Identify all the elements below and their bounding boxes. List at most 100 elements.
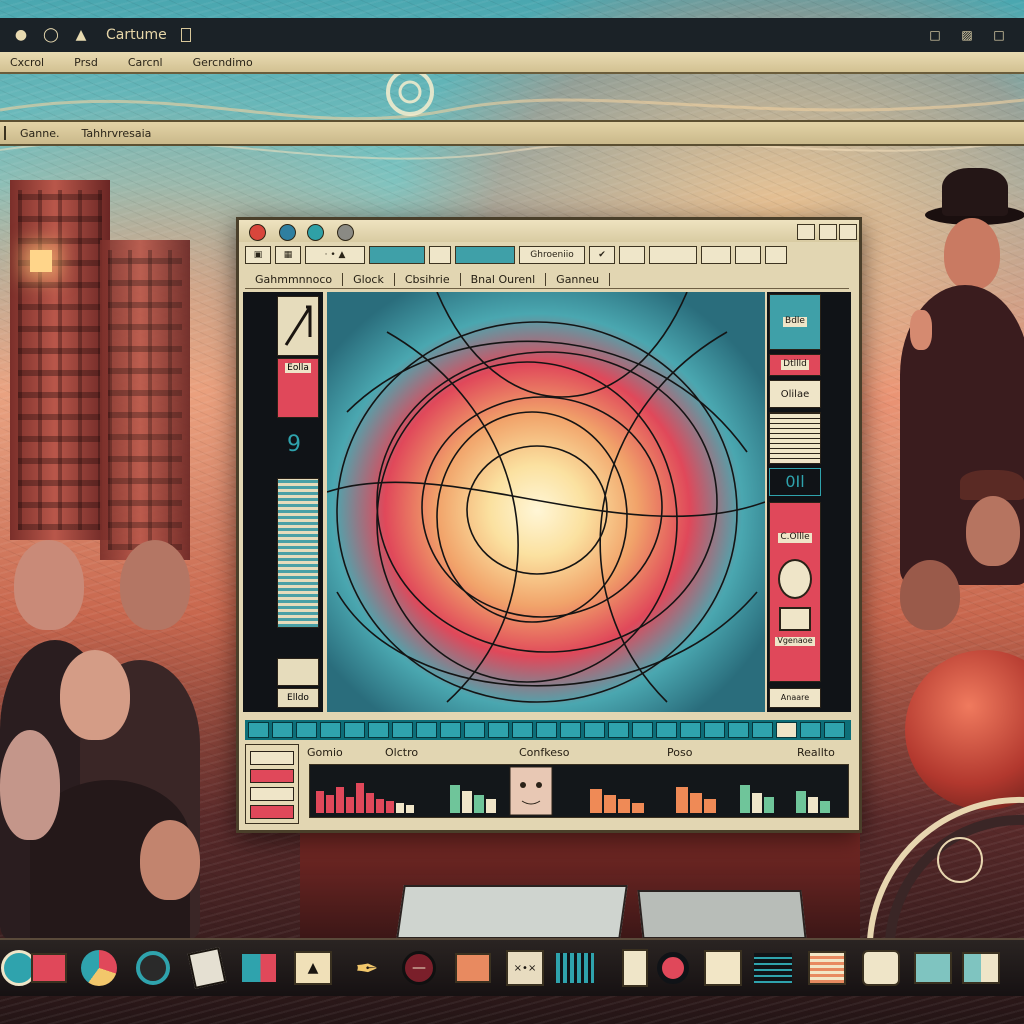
chart-icon[interactable] <box>80 949 118 987</box>
control-row[interactable] <box>250 769 294 783</box>
frame-cell[interactable] <box>752 722 773 738</box>
note-icon[interactable] <box>187 947 227 989</box>
property-block[interactable]: C.Ollle Vgenaoe <box>769 502 821 682</box>
note-icon[interactable]: ▨ <box>960 28 974 42</box>
tool-button[interactable] <box>701 246 731 264</box>
canvas-area[interactable] <box>327 292 765 712</box>
tab[interactable]: Cbsihrie <box>395 272 461 286</box>
waveform-graphs[interactable] <box>309 764 849 818</box>
frame-cell[interactable] <box>656 722 677 738</box>
stop-icon[interactable]: — <box>400 949 438 987</box>
property-block[interactable]: Olilae <box>769 380 821 408</box>
secondary-menu-item[interactable]: Tahhrvresaia <box>81 127 151 140</box>
terminal-icon[interactable] <box>754 949 792 987</box>
zoom-button[interactable] <box>307 224 324 241</box>
flag-icon[interactable] <box>30 949 68 987</box>
panel-label-block[interactable]: Elldo <box>277 688 319 708</box>
frame-cell[interactable] <box>536 722 557 738</box>
minimize-button[interactable] <box>279 224 296 241</box>
record-icon[interactable] <box>654 949 692 987</box>
frame-cell[interactable] <box>584 722 605 738</box>
xk-icon[interactable]: ×•× <box>506 949 544 987</box>
frame-cell[interactable] <box>392 722 413 738</box>
tool-button[interactable] <box>765 246 787 264</box>
tool-button[interactable] <box>649 246 697 264</box>
tool-button-label[interactable]: Ghroeniio <box>519 246 585 264</box>
tool-button[interactable] <box>619 246 645 264</box>
tool-button[interactable] <box>735 246 761 264</box>
box-icon[interactable] <box>454 949 492 987</box>
close-button[interactable] <box>249 224 266 241</box>
window-icon[interactable] <box>240 949 278 987</box>
cup-icon[interactable] <box>616 949 654 987</box>
property-block[interactable] <box>769 412 821 464</box>
tool-button[interactable] <box>455 246 515 264</box>
tool-button[interactable]: ▦ <box>275 246 301 264</box>
frame-cell[interactable] <box>800 722 821 738</box>
frame-cell[interactable] <box>440 722 461 738</box>
window-control-icon[interactable] <box>797 224 815 240</box>
frame-cell[interactable] <box>704 722 725 738</box>
frame-cell[interactable] <box>560 722 581 738</box>
menu-item[interactable]: Cxcrol <box>10 56 44 69</box>
tool-button[interactable] <box>429 246 451 264</box>
panel-label-block[interactable]: Eolla <box>277 358 319 418</box>
tab[interactable]: Bnal Ourenl <box>461 272 547 286</box>
menu-item[interactable]: Gercndimo <box>193 56 253 69</box>
frame-cell[interactable] <box>608 722 629 738</box>
list-icon[interactable] <box>808 949 846 987</box>
secondary-menu-item[interactable]: Ganne. <box>20 127 59 140</box>
menu-item[interactable]: Prsd <box>74 56 98 69</box>
tiles-icon[interactable] <box>962 949 1000 987</box>
window-title-strip[interactable] <box>239 220 859 242</box>
document-icon[interactable]: □ <box>928 28 942 42</box>
apple-icon[interactable]: ● <box>12 26 30 44</box>
tool-button[interactable]: · • ▲ <box>305 246 365 264</box>
frame-cell[interactable] <box>776 722 797 738</box>
frame-cell[interactable] <box>296 722 317 738</box>
tool-button[interactable]: ▣ <box>245 246 271 264</box>
window-control-icon[interactable] <box>819 224 837 240</box>
tab[interactable]: Ganneu <box>546 272 611 286</box>
property-block[interactable]: Dtllld <box>769 354 821 376</box>
property-block[interactable]: 0Il <box>769 468 821 496</box>
panel-slider-block[interactable] <box>277 296 319 356</box>
frame-cell[interactable] <box>464 722 485 738</box>
pen-icon[interactable]: ✒ <box>348 949 386 987</box>
menu-item[interactable]: Carcnl <box>128 56 163 69</box>
frame-cell[interactable] <box>320 722 341 738</box>
control-row[interactable] <box>250 805 294 819</box>
frame-cell[interactable] <box>488 722 509 738</box>
eject-icon[interactable]: ▲ <box>72 26 90 44</box>
frame-cell[interactable] <box>824 722 845 738</box>
frame-cell[interactable] <box>344 722 365 738</box>
panel-small-block[interactable] <box>277 658 319 686</box>
frame-cell[interactable] <box>512 722 533 738</box>
frame-cell[interactable] <box>368 722 389 738</box>
frame-cell[interactable] <box>728 722 749 738</box>
window-control-icon[interactable] <box>839 224 857 240</box>
extra-button[interactable] <box>337 224 354 241</box>
blank-icon[interactable] <box>704 949 742 987</box>
property-block[interactable]: Bdle <box>769 294 821 350</box>
tool-button[interactable]: ✔ <box>589 246 615 264</box>
frame-cell[interactable] <box>248 722 269 738</box>
tool-button[interactable] <box>369 246 425 264</box>
tab[interactable]: Gahmmnnoco <box>245 272 344 286</box>
control-row[interactable] <box>250 787 294 801</box>
swirl-icon[interactable] <box>134 949 172 987</box>
control-row[interactable] <box>250 751 294 765</box>
frame-cell[interactable] <box>272 722 293 738</box>
mountain-icon[interactable]: ▲ <box>294 949 332 987</box>
film-icon[interactable] <box>556 949 594 987</box>
frame-cell[interactable] <box>680 722 701 738</box>
speech-bubble-icon[interactable]: ◯ <box>42 26 60 44</box>
frame-cell[interactable] <box>416 722 437 738</box>
panel-meter[interactable] <box>277 478 319 628</box>
frame-cell[interactable] <box>632 722 653 738</box>
tab[interactable]: Glock <box>343 272 395 286</box>
camera-icon[interactable] <box>862 949 900 987</box>
property-block[interactable]: Anaare <box>769 688 821 708</box>
grid-icon[interactable] <box>914 949 952 987</box>
share-icon[interactable]: □ <box>992 28 1006 42</box>
